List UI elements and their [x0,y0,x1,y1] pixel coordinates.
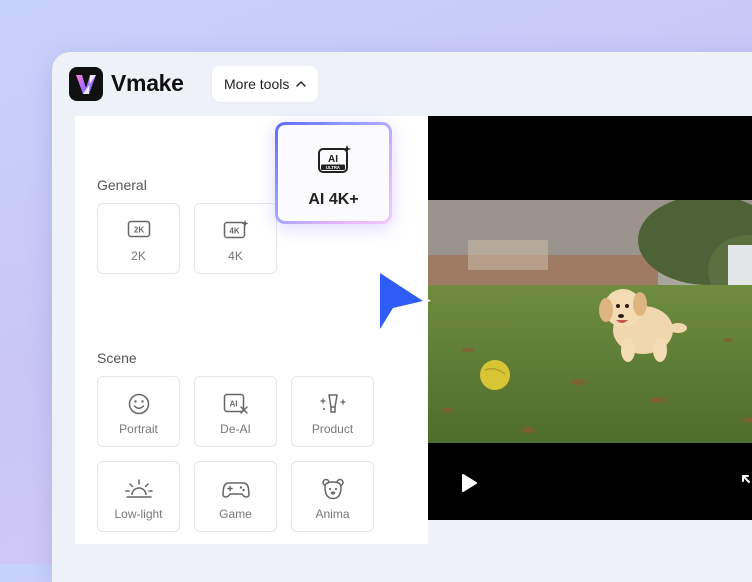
option-2k-label: 2K [131,249,146,263]
smile-face-icon [128,393,149,415]
top-bar: Vmake More tools [52,52,752,116]
option-2k[interactable]: 2K 2K [97,203,180,274]
option-portrait[interactable]: Portrait [97,376,180,447]
option-low-light-label: Low-light [114,507,163,521]
play-icon[interactable] [460,473,478,493]
expand-icon[interactable] [740,473,752,493]
svg-text:4K: 4K [229,227,239,236]
option-low-light[interactable]: Low-light [97,461,180,532]
svg-text:AI: AI [229,400,237,409]
svg-text:ULTRA: ULTRA [326,165,340,170]
bear-face-icon [321,478,344,500]
option-game-label: Game [219,507,252,521]
svg-text:AI: AI [328,154,338,165]
scene-section-title: Scene [97,350,137,366]
4k-sparkle-icon: 4K [223,220,248,239]
option-4k-label: 4K [228,249,243,263]
option-anima-label: Anima [315,507,350,521]
player-controls [428,443,752,520]
ai-ultra-icon: AI ULTRA [317,145,351,173]
option-anima[interactable]: Anima [291,461,374,532]
brand-name: Vmake [111,70,184,96]
video-frame-puppy [428,200,752,443]
sunrise-icon [124,479,153,498]
option-game[interactable]: Game [194,461,277,532]
product-light-icon [319,394,346,413]
svg-text:2K: 2K [133,226,143,235]
2k-icon: 2K [127,220,150,238]
de-ai-icon: AI [223,393,248,414]
gamepad-icon [221,482,250,498]
vmake-logo-icon [69,67,103,101]
pointer-cursor-icon [375,265,431,337]
option-de-ai[interactable]: AI De-AI [194,376,277,447]
more-tools-button[interactable]: More tools [212,66,319,102]
option-de-ai-label: De-AI [220,422,251,436]
general-section-title: General [97,177,147,193]
chevron-up-icon [296,81,307,87]
option-4k[interactable]: 4K 4K [194,203,277,274]
option-product[interactable]: Product [291,376,374,447]
option-portrait-label: Portrait [119,422,158,436]
option-ai-4k-plus-label: AI 4K+ [308,191,359,208]
more-tools-label: More tools [224,76,290,92]
option-product-label: Product [311,422,354,436]
option-ai-4k-plus[interactable]: AI ULTRA AI 4K+ [275,122,392,224]
video-player[interactable] [428,116,752,520]
